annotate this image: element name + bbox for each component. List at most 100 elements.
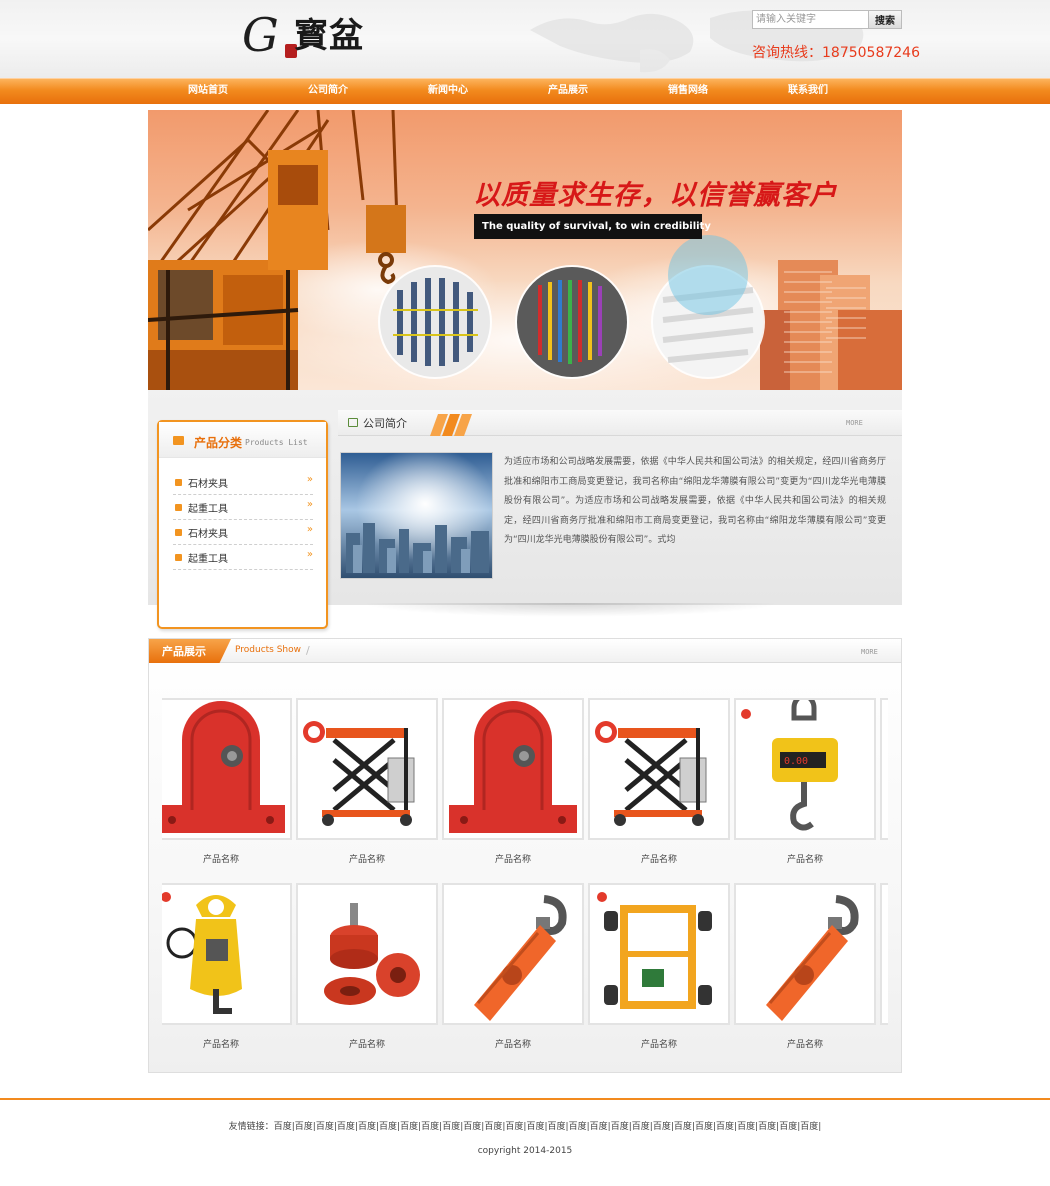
- category-item[interactable]: 起重工具 »: [173, 545, 313, 570]
- double-chevron-right-icon: »: [306, 524, 313, 535]
- category-item[interactable]: 石材夹具 »: [173, 470, 313, 495]
- search-button[interactable]: 搜索: [868, 11, 901, 28]
- product-name: 产品名称: [202, 1040, 239, 1050]
- friend-link[interactable]: 百度: [674, 1122, 692, 1132]
- product-name: 产品名称: [494, 1040, 531, 1050]
- friend-link[interactable]: 百度: [400, 1122, 418, 1132]
- friend-links-list: 百度|百度|百度|百度|百度|百度|百度|百度|百度|百度|百度|百度|百度|百…: [274, 1122, 822, 1132]
- product-category-panel: 产品分类 Products List 石材夹具 » 起重工具 » 石材夹具 » …: [157, 420, 328, 629]
- product-name: 产品名称: [786, 1040, 823, 1050]
- friend-link[interactable]: 百度: [800, 1122, 818, 1132]
- city-skyline-image: [341, 453, 492, 578]
- category-item-label: 起重工具: [188, 554, 228, 565]
- lift-table-icon: [303, 721, 415, 826]
- product-image-frame: [442, 698, 584, 840]
- slash-divider: /: [306, 644, 310, 657]
- link-separator: |: [818, 1122, 822, 1132]
- friend-link[interactable]: 百度: [337, 1122, 355, 1132]
- category-item-label: 石材夹具: [188, 529, 228, 540]
- nav-products[interactable]: 产品展示: [508, 79, 628, 104]
- friend-link[interactable]: 百度: [590, 1122, 608, 1132]
- bullet-icon: [175, 529, 182, 536]
- about-image: [340, 452, 493, 579]
- friend-link[interactable]: 百度: [295, 1122, 313, 1132]
- friend-link[interactable]: 百度: [569, 1122, 587, 1132]
- category-item-label: 起重工具: [188, 504, 228, 515]
- banner-illustration: [148, 110, 902, 390]
- friend-link[interactable]: 百度: [505, 1122, 523, 1132]
- friend-link[interactable]: 百度: [716, 1122, 734, 1132]
- friend-link[interactable]: 百度: [526, 1122, 544, 1132]
- nav-about[interactable]: 公司简介: [268, 79, 388, 104]
- trolley-frame-icon: [597, 892, 712, 1009]
- category-item[interactable]: 石材夹具 »: [173, 520, 313, 545]
- section-shadow: [360, 603, 780, 617]
- search-box: 搜索: [752, 10, 902, 29]
- friend-link[interactable]: 百度: [653, 1122, 671, 1132]
- nav-news[interactable]: 新闻中心: [388, 79, 508, 104]
- monitor-icon: [348, 418, 358, 427]
- bullet-icon: [175, 479, 182, 486]
- about-more-link[interactable]: MORE: [846, 419, 863, 427]
- product-name: 产品名称: [348, 855, 385, 865]
- double-chevron-right-icon: »: [306, 499, 313, 510]
- nav-home[interactable]: 网站首页: [148, 79, 268, 104]
- products-section-header: 产品展示 Products Show / MORE: [149, 639, 901, 663]
- friend-link[interactable]: 百度: [695, 1122, 713, 1132]
- product-image-frame: [588, 883, 730, 1025]
- folder-icon: [173, 436, 184, 445]
- crane-scale-icon: 0.00: [741, 700, 838, 831]
- product-name: 产品名称: [202, 855, 239, 865]
- product-image-frame: [296, 883, 438, 1025]
- copyright-text: copyright 2014-2015: [477, 1146, 573, 1156]
- product-image-frame: [588, 698, 730, 840]
- category-panel-header: 产品分类 Products List: [159, 422, 326, 458]
- friend-link[interactable]: 百度: [737, 1122, 755, 1132]
- product-image-frame: [296, 698, 438, 840]
- product-grid: 产品名称 产品名称 产品名称 产品名称 0.00 产品名称 产品名称 产品名称 …: [162, 698, 888, 1058]
- stripes-decoration: [430, 414, 472, 436]
- product-name: 产品名称: [786, 855, 823, 865]
- category-item[interactable]: 起重工具 »: [173, 495, 313, 520]
- nav-contact[interactable]: 联系我们: [748, 79, 868, 104]
- friend-link[interactable]: 百度: [463, 1122, 481, 1132]
- products-section-title-en: Products Show: [235, 645, 302, 655]
- friend-link[interactable]: 百度: [442, 1122, 460, 1132]
- site-logo[interactable]: G 寳盆: [242, 8, 382, 66]
- friend-link[interactable]: 百度: [758, 1122, 776, 1132]
- bullet-icon: [175, 504, 182, 511]
- product-image-frame: [880, 698, 888, 840]
- search-input[interactable]: [753, 11, 868, 28]
- pulley-block-icon: [449, 701, 577, 833]
- friend-link[interactable]: 百度: [632, 1122, 650, 1132]
- friend-link[interactable]: 百度: [779, 1122, 797, 1132]
- snatch-block-icon: [766, 895, 859, 1021]
- snatch-block-icon: [474, 895, 567, 1021]
- site-header: G 寳盆 搜索 咨询热线：18750587246: [0, 0, 1050, 78]
- friend-links: 友情链接：百度|百度|百度|百度|百度|百度|百度|百度|百度|百度|百度|百度…: [0, 1119, 1050, 1132]
- footer-divider: [0, 1098, 1050, 1100]
- product-image-frame: [442, 883, 584, 1025]
- svg-text:0.00: 0.00: [784, 756, 808, 767]
- product-name: 产品名称: [348, 1040, 385, 1050]
- gear-parts-icon: [324, 903, 420, 1005]
- friend-link[interactable]: 百度: [274, 1122, 292, 1132]
- friend-link[interactable]: 百度: [548, 1122, 566, 1132]
- lift-table-icon: [595, 721, 707, 826]
- products-more-link[interactable]: MORE: [861, 648, 878, 656]
- double-chevron-right-icon: »: [306, 474, 313, 485]
- product-name: 产品名称: [640, 1040, 677, 1050]
- friend-links-label: 友情链接：: [228, 1122, 274, 1132]
- friend-link[interactable]: 百度: [484, 1122, 502, 1132]
- banner-subtitle: The quality of survival, to win credibil…: [474, 214, 711, 239]
- nav-sales-network[interactable]: 销售网络: [628, 79, 748, 104]
- friend-link[interactable]: 百度: [421, 1122, 439, 1132]
- product-image-frame: [162, 883, 292, 1025]
- friend-link[interactable]: 百度: [611, 1122, 629, 1132]
- product-image-frame: [880, 883, 888, 1025]
- logo-wordmark: 寳盆: [294, 16, 364, 56]
- friend-link[interactable]: 百度: [358, 1122, 376, 1132]
- about-section-title: 公司简介: [363, 417, 407, 430]
- friend-link[interactable]: 百度: [316, 1122, 334, 1132]
- friend-link[interactable]: 百度: [379, 1122, 397, 1132]
